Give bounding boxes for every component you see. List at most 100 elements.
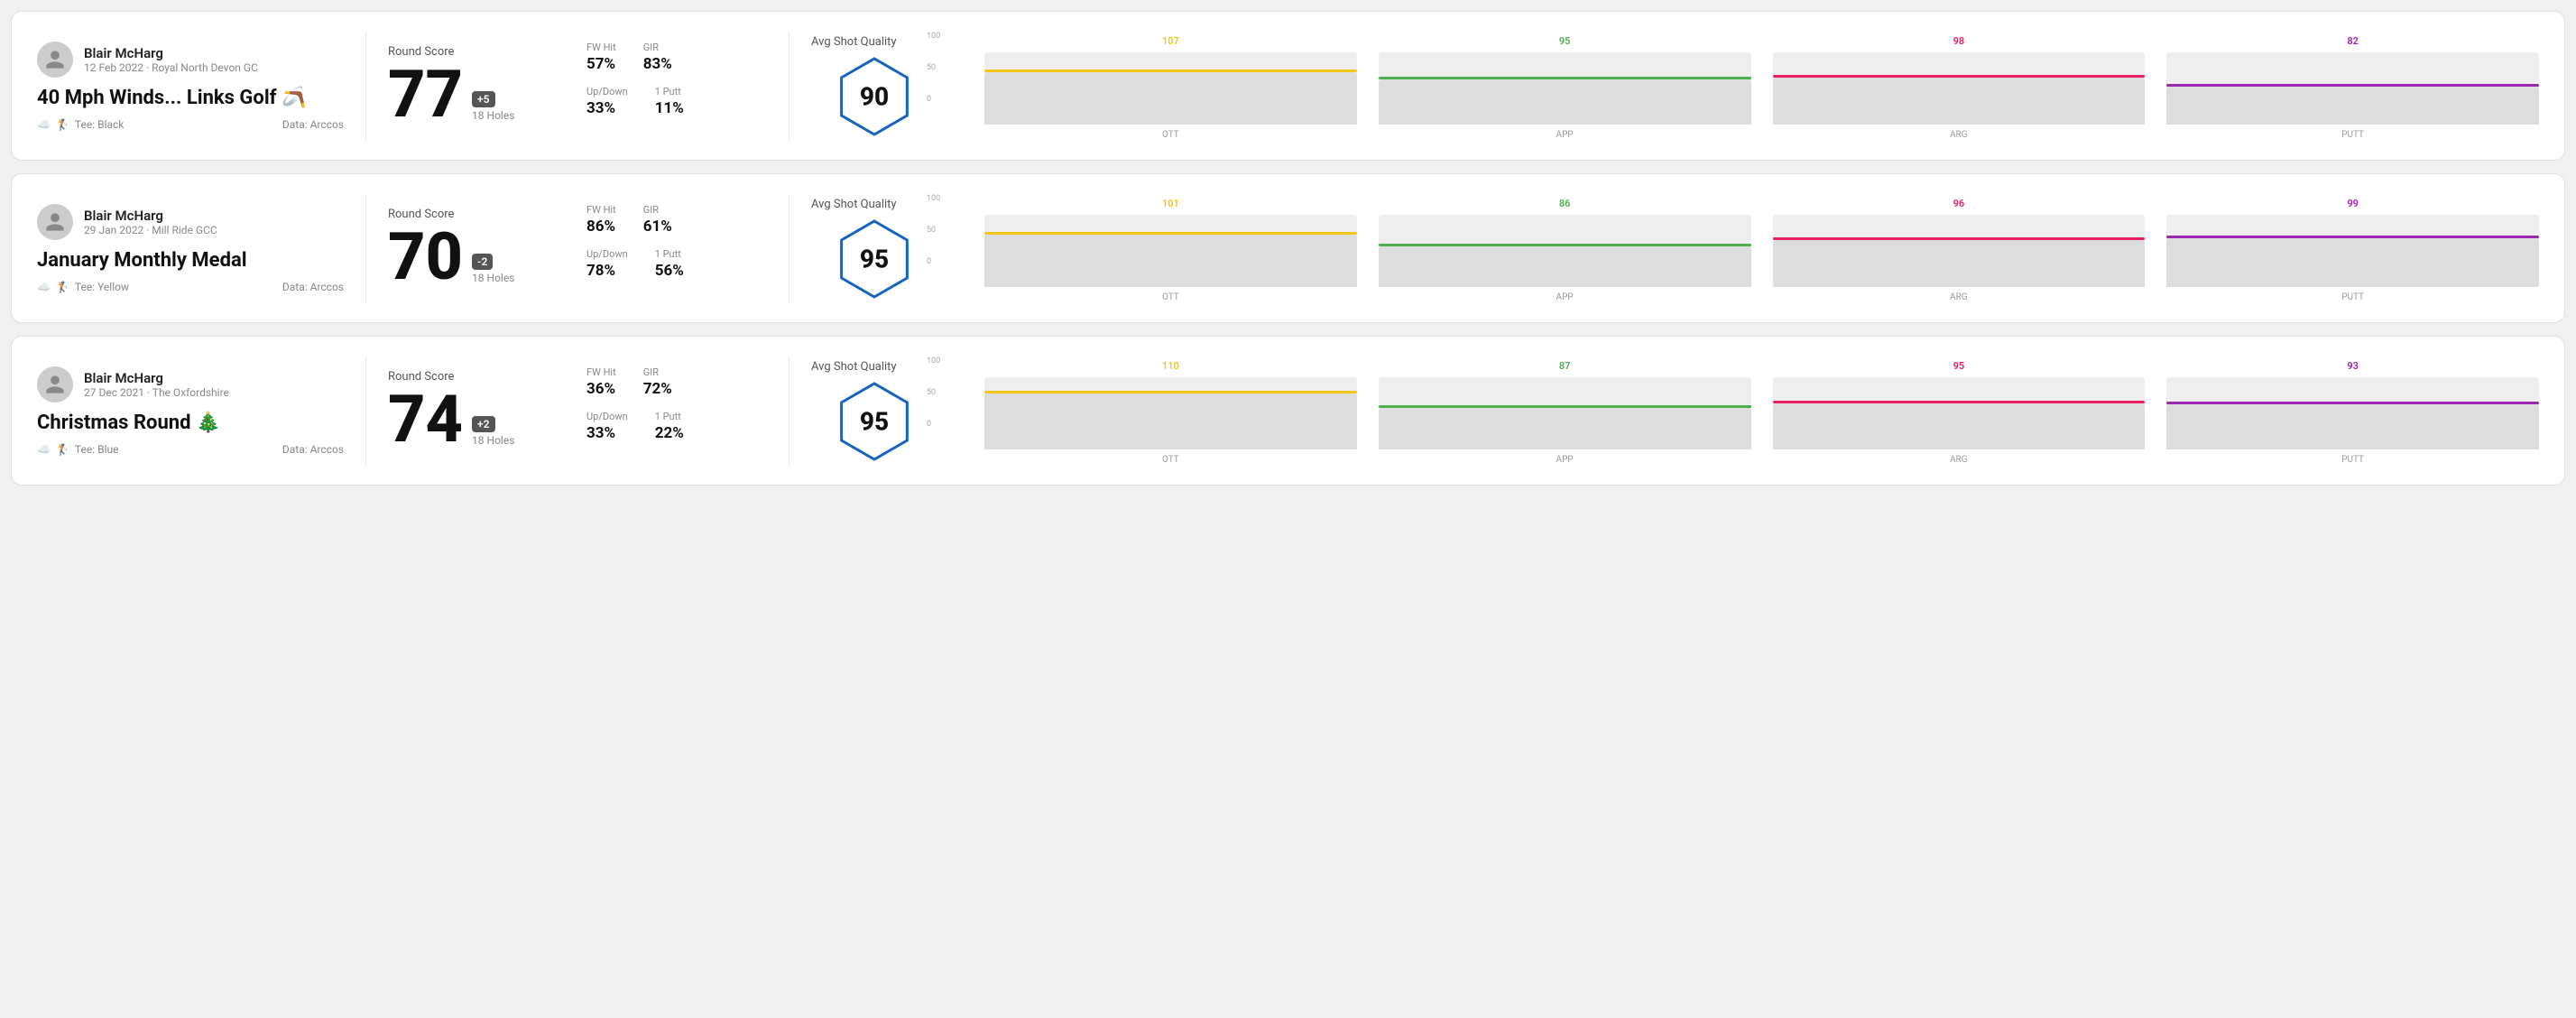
data-source: Data: Arccos <box>282 281 344 293</box>
bar-line <box>984 232 1357 235</box>
hexagon: 95 <box>834 218 915 300</box>
avg-shot-quality-value: 95 <box>860 244 889 273</box>
score-holes: 18 Holes <box>472 434 514 447</box>
avg-shot-quality-label: Avg Shot Quality <box>811 35 937 49</box>
score-section: Round Score74+218 Holes <box>388 370 568 452</box>
bag-icon: 🏌️ <box>56 118 69 131</box>
player-footer: ☁️ 🏌️ Tee: Yellow Data: Arccos <box>37 281 344 293</box>
up-down-value: 78% <box>586 262 615 280</box>
bar-container <box>1773 52 2146 125</box>
score-section: Round Score77+518 Holes <box>388 45 568 127</box>
chart-wrapper: 100500110OTT87APP95ARG93PUTT <box>956 356 2539 465</box>
gir-stat: GIR72% <box>643 366 672 398</box>
chart-col-putt: 99 PUTT <box>2166 198 2539 302</box>
chart-col-putt: 82 PUTT <box>2166 35 2539 140</box>
gir-value: 83% <box>643 55 672 73</box>
up-down-stat: Up/Down78% <box>586 248 628 280</box>
weather-icon: ☁️ <box>37 118 51 131</box>
up-down-stat: Up/Down33% <box>586 411 628 442</box>
gir-stat: GIR61% <box>643 204 672 236</box>
score-diff-badge: +5 <box>472 91 494 107</box>
one-putt-label: 1 Putt <box>655 411 684 422</box>
round-card-round-2: Blair McHarg29 Jan 2022 · Mill Ride GCC J… <box>11 173 2565 323</box>
chart-col-ott: 110 OTT <box>984 360 1357 465</box>
bar-fill <box>984 393 1357 449</box>
chart-col-label: APP <box>1556 130 1574 140</box>
chart-y-labels: 100500 <box>927 32 940 104</box>
bar-fill <box>984 72 1357 125</box>
bar-container <box>2166 377 2539 449</box>
gir-label: GIR <box>643 42 672 53</box>
bar-fill <box>1379 79 1751 125</box>
player-info: Blair McHarg29 Jan 2022 · Mill Ride GCC <box>84 208 217 236</box>
chart-col-value: 87 <box>1559 360 1571 372</box>
fw-hit-label: FW Hit <box>586 42 616 53</box>
chart-col-value: 86 <box>1559 198 1571 209</box>
bag-icon: 🏌️ <box>56 443 69 456</box>
bar-line <box>1379 77 1751 79</box>
chart-col-app: 87APP <box>1379 360 1751 465</box>
one-putt-stat: 1 Putt11% <box>655 86 684 117</box>
tee-label: Tee: Black <box>75 118 124 131</box>
tee-info: ☁️ 🏌️ Tee: Black <box>37 118 124 131</box>
bar-container <box>1773 377 2146 449</box>
chart-col-label: OTT <box>1162 455 1179 465</box>
chart-col-value: 82 <box>2347 35 2359 47</box>
chart-col-label: PUTT <box>2341 292 2364 302</box>
fw-hit-stat: FW Hit36% <box>586 366 616 398</box>
up-down-stat: Up/Down33% <box>586 86 628 117</box>
one-putt-value: 56% <box>655 262 684 280</box>
bar-fill <box>2166 404 2539 449</box>
bar-line <box>1773 75 2146 78</box>
bar-fill <box>1773 78 2146 125</box>
avg-shot-quality-value: 90 <box>860 81 889 111</box>
bar-line <box>1379 244 1751 246</box>
bar-container <box>2166 52 2539 125</box>
fw-hit-stat: FW Hit86% <box>586 204 616 236</box>
player-date: 29 Jan 2022 · Mill Ride GCC <box>84 224 217 236</box>
fw-hit-value: 36% <box>586 380 615 398</box>
chart-col-value: 110 <box>1162 360 1179 372</box>
quality-section: Avg Shot Quality 90 <box>811 35 937 137</box>
chart-col-label: ARG <box>1950 455 1968 465</box>
gir-label: GIR <box>643 204 672 216</box>
fw-hit-value: 86% <box>586 217 615 236</box>
hexagon-wrap: 95 <box>811 381 937 462</box>
chart-col-label: ARG <box>1950 292 1968 302</box>
divider-1 <box>365 194 366 302</box>
player-section: Blair McHarg27 Dec 2021 · The Oxfordshir… <box>37 366 344 456</box>
tee-info: ☁️ 🏌️ Tee: Blue <box>37 443 118 456</box>
round-title: January Monthly Medal <box>37 249 344 272</box>
chart-bars: 101OTT86APP96ARG99PUTT <box>984 194 2539 302</box>
fw-hit-value: 57% <box>586 55 615 73</box>
hexagon-wrap: 90 <box>811 56 937 137</box>
gir-value: 61% <box>643 217 672 236</box>
chart-col-value: 95 <box>1953 360 1965 372</box>
chart-bars: 110OTT87APP95ARG93PUTT <box>984 356 2539 465</box>
chart-col-arg: 98ARG <box>1773 35 2146 140</box>
avg-shot-quality-label: Avg Shot Quality <box>811 360 937 374</box>
tee-label: Tee: Blue <box>75 443 119 456</box>
one-putt-stat: 1 Putt 56% <box>655 248 684 280</box>
player-date: 27 Dec 2021 · The Oxfordshire <box>84 386 229 399</box>
bar-container <box>984 215 1357 287</box>
chart-col-label: PUTT <box>2341 130 2364 140</box>
one-putt-label: 1 Putt <box>655 248 684 260</box>
chart-col-value: 101 <box>1162 198 1179 209</box>
weather-icon: ☁️ <box>37 281 51 293</box>
person-icon <box>44 374 66 395</box>
chart-col-arg: 95 ARG <box>1773 360 2146 465</box>
avg-shot-quality-label: Avg Shot Quality <box>811 198 937 211</box>
bar-line <box>984 69 1357 72</box>
avatar <box>37 42 73 78</box>
chart-col-value: 99 <box>2347 198 2359 209</box>
weather-icon: ☁️ <box>37 443 51 456</box>
player-name: Blair McHarg <box>84 45 258 61</box>
data-source: Data: Arccos <box>282 118 344 131</box>
chart-col-ott: 107OTT <box>984 35 1357 140</box>
chart-col-ott: 101OTT <box>984 198 1357 302</box>
round-card-round-1: Blair McHarg12 Feb 2022 · Royal North De… <box>11 11 2565 161</box>
bar-fill <box>2166 238 2539 287</box>
bar-fill <box>2166 87 2539 125</box>
chart-col-value: 95 <box>1559 35 1571 47</box>
